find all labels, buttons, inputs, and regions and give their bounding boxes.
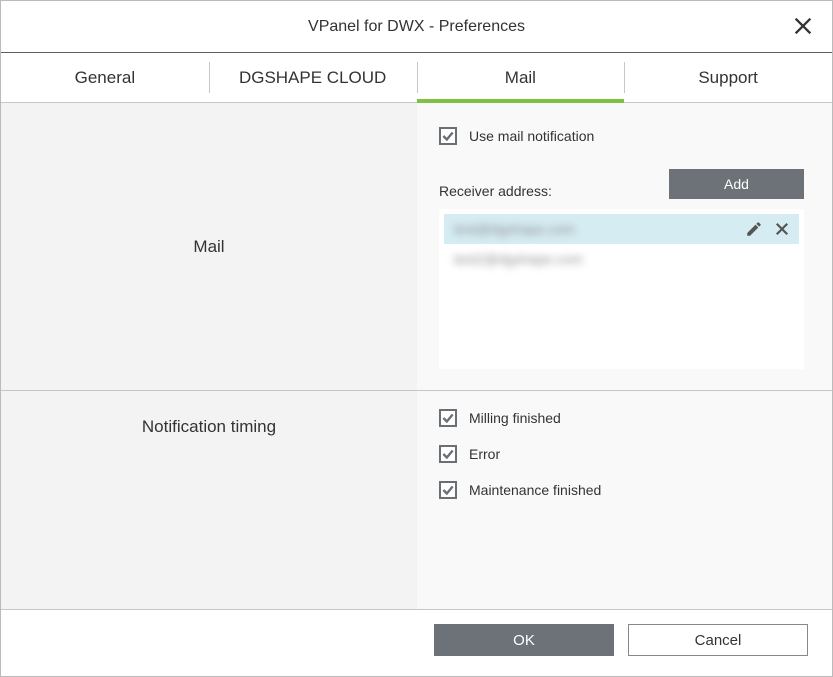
milling-finished-checkbox[interactable]: Milling finished <box>439 409 609 427</box>
error-checkbox[interactable]: Error <box>439 445 609 463</box>
timing-section-heading: Notification timing <box>1 391 417 609</box>
list-item[interactable]: test2@dgshape.com <box>444 244 799 274</box>
address-text: test2@dgshape.com <box>454 251 791 267</box>
title-bar: VPanel for DWX - Preferences <box>1 1 832 53</box>
address-text: test@dgshape.com <box>454 221 745 237</box>
tab-support[interactable]: Support <box>624 53 832 102</box>
maintenance-finished-checkbox[interactable]: Maintenance finished <box>439 481 609 499</box>
error-label: Error <box>469 446 500 462</box>
edit-icon[interactable] <box>745 220 763 238</box>
mail-section: Mail Use mail notification Receiver addr… <box>1 103 832 391</box>
tab-bar: General DGSHAPE CLOUD Mail Support <box>1 53 832 103</box>
checkbox-icon <box>439 481 457 499</box>
content-area: Mail Use mail notification Receiver addr… <box>1 103 832 610</box>
cancel-button[interactable]: Cancel <box>628 624 808 656</box>
mail-section-heading: Mail <box>1 103 417 390</box>
window-title: VPanel for DWX - Preferences <box>308 18 525 36</box>
tab-general[interactable]: General <box>1 53 209 102</box>
checkbox-icon <box>439 445 457 463</box>
tab-mail[interactable]: Mail <box>417 53 625 102</box>
use-mail-notification-checkbox[interactable]: Use mail notification <box>439 127 804 145</box>
list-item[interactable]: test@dgshape.com <box>444 214 799 244</box>
ok-button[interactable]: OK <box>434 624 614 656</box>
add-button[interactable]: Add <box>669 169 804 199</box>
tab-dgshape-cloud[interactable]: DGSHAPE CLOUD <box>209 53 417 102</box>
close-icon[interactable] <box>792 15 814 37</box>
milling-finished-label: Milling finished <box>469 410 561 426</box>
checkbox-icon <box>439 409 457 427</box>
receiver-label: Receiver address: <box>439 183 552 199</box>
maintenance-finished-label: Maintenance finished <box>469 482 601 498</box>
address-list: test@dgshape.com test2@dgshape.com <box>439 209 804 369</box>
receiver-row: Receiver address: Add <box>439 169 804 199</box>
delete-icon[interactable] <box>773 220 791 238</box>
use-mail-notification-label: Use mail notification <box>469 128 594 144</box>
timing-section: Notification timing Milling finished Err… <box>1 391 832 610</box>
button-bar: OK Cancel <box>434 624 808 656</box>
mail-section-body: Use mail notification Receiver address: … <box>417 103 832 390</box>
checkbox-icon <box>439 127 457 145</box>
timing-section-body: Milling finished Error Maintenance finis… <box>417 391 832 609</box>
